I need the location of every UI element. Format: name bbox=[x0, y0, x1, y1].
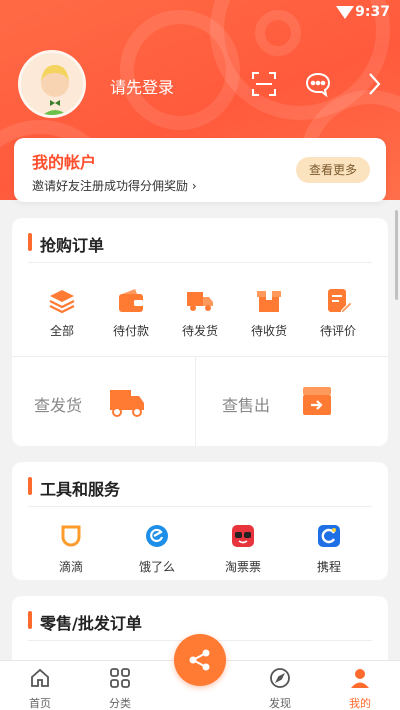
section-title: 抢购订单 bbox=[28, 232, 104, 256]
layers-icon bbox=[49, 290, 75, 314]
section-title: 工具和服务 bbox=[28, 476, 120, 500]
tab-label: 我的 bbox=[349, 697, 371, 710]
wallet-icon bbox=[119, 289, 143, 312]
message-icon[interactable] bbox=[304, 70, 332, 98]
divider bbox=[28, 506, 372, 507]
tool-label: 滴滴 bbox=[58, 560, 83, 574]
grid-icon bbox=[110, 668, 130, 688]
tab-category[interactable]: 分类 bbox=[90, 667, 150, 710]
chevron-right-icon[interactable] bbox=[364, 70, 392, 98]
check-sold-button[interactable]: 查售出 bbox=[196, 356, 388, 448]
tools-card: 工具和服务 滴滴 饿了么 淘票票 携程 bbox=[12, 462, 388, 580]
package-icon bbox=[257, 291, 281, 312]
order-pending-receipt[interactable]: 待收货 bbox=[239, 288, 299, 339]
order-label: 待评价 bbox=[319, 324, 356, 338]
ctrip-icon bbox=[318, 525, 340, 547]
didi-icon bbox=[61, 525, 81, 547]
tab-discover[interactable]: 发现 bbox=[250, 667, 310, 710]
tab-mine[interactable]: 我的 bbox=[330, 667, 390, 710]
tool-ctrip[interactable]: 携程 bbox=[294, 524, 364, 575]
compass-icon bbox=[270, 668, 290, 688]
tool-eleme[interactable]: 饿了么 bbox=[122, 524, 192, 575]
scrollbar[interactable] bbox=[395, 210, 398, 300]
truck-icon bbox=[110, 390, 144, 417]
scan-icon[interactable] bbox=[250, 70, 278, 98]
purchase-orders-card: 抢购订单 全部 待付款 待发货 待收货 待评价 查发货 查售出 bbox=[12, 218, 388, 446]
order-pending-payment[interactable]: 待付款 bbox=[101, 288, 161, 339]
tool-label: 淘票票 bbox=[224, 560, 261, 574]
order-label: 待付款 bbox=[112, 324, 149, 338]
tab-home[interactable]: 首页 bbox=[10, 667, 70, 710]
avatar[interactable] bbox=[18, 50, 86, 118]
share-icon bbox=[189, 649, 210, 671]
user-icon bbox=[351, 669, 369, 688]
order-pending-review[interactable]: 待评价 bbox=[308, 288, 368, 339]
tab-label: 分类 bbox=[109, 697, 131, 710]
tool-label: 携程 bbox=[316, 560, 341, 574]
truck-box-icon bbox=[187, 292, 213, 311]
check-shipment-button[interactable]: 查发货 bbox=[12, 356, 195, 448]
order-label: 全部 bbox=[49, 324, 74, 338]
account-card[interactable]: 我的帐户 邀请好友注册成功得分佣奖励 › 查看更多 bbox=[14, 138, 386, 202]
quick-label: 查发货 bbox=[34, 396, 83, 415]
tab-label: 发现 bbox=[269, 697, 291, 710]
tool-taopiaopiao[interactable]: 淘票票 bbox=[208, 524, 278, 575]
order-label: 待收货 bbox=[250, 324, 287, 338]
status-bar: 9:37 bbox=[0, 0, 400, 26]
section-title: 零售/批发订单 bbox=[28, 610, 142, 634]
account-title: 我的帐户 bbox=[32, 153, 97, 172]
taopiaopiao-icon bbox=[232, 525, 254, 547]
review-icon bbox=[328, 289, 352, 314]
eleme-icon bbox=[146, 525, 168, 547]
order-all[interactable]: 全部 bbox=[32, 288, 92, 339]
view-more-button[interactable]: 查看更多 bbox=[296, 157, 370, 183]
invite-text[interactable]: 邀请好友注册成功得分佣奖励 › bbox=[32, 177, 197, 194]
divider bbox=[28, 262, 372, 263]
tool-didi[interactable]: 滴滴 bbox=[36, 524, 106, 575]
share-button[interactable] bbox=[174, 634, 226, 686]
tool-label: 饿了么 bbox=[138, 560, 175, 574]
quick-label: 查售出 bbox=[222, 396, 271, 415]
home-icon bbox=[31, 668, 49, 687]
order-pending-shipment[interactable]: 待发货 bbox=[170, 288, 230, 339]
status-time: 9:37 bbox=[355, 4, 390, 20]
order-label: 待发货 bbox=[181, 324, 218, 338]
wifi-icon bbox=[336, 6, 354, 19]
sold-box-icon bbox=[303, 387, 331, 415]
login-prompt[interactable]: 请先登录 bbox=[110, 74, 174, 98]
tab-label: 首页 bbox=[29, 697, 51, 710]
